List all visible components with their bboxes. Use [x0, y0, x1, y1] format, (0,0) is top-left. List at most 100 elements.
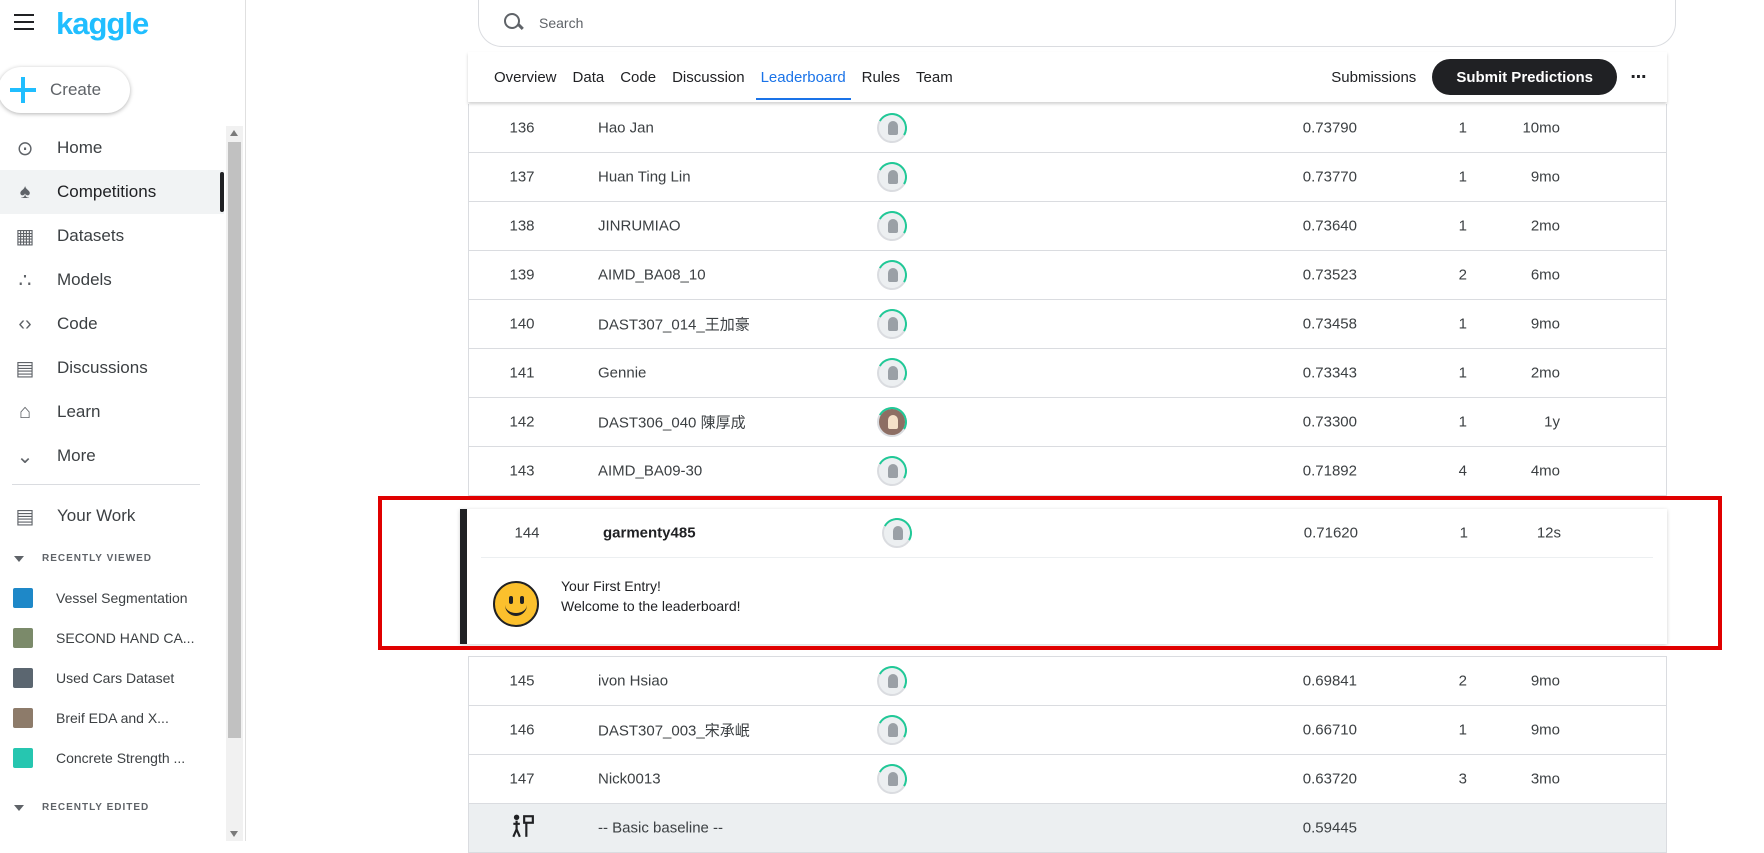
last-submission: 4mo — [1530, 462, 1560, 480]
table-row[interactable]: 138 JINRUMIAO 0.73640 1 2mo — [468, 202, 1667, 251]
sidebar-item-code[interactable]: ‹› Code — [0, 302, 224, 346]
avatar[interactable] — [877, 113, 907, 143]
rank: 137 — [509, 168, 535, 186]
table-row[interactable]: 141 Gennie 0.73343 1 2mo — [468, 349, 1667, 398]
caret-down-icon — [14, 555, 24, 562]
table-row[interactable]: 143 AIMD_BA09-30 0.71892 4 4mo — [468, 447, 1667, 496]
recently-viewed-label: RECENTLY VIEWED — [42, 553, 153, 564]
avatar[interactable] — [877, 211, 907, 241]
tab-leaderboard[interactable]: Leaderboard — [753, 52, 854, 102]
search-bar[interactable] — [478, 0, 1676, 47]
sidebar-scrollbar[interactable] — [226, 126, 243, 841]
sidebar-item-label: Competitions — [57, 182, 157, 201]
team-name[interactable]: garmenty485 — [603, 525, 696, 542]
avatar[interactable] — [877, 666, 907, 696]
sidebar-item-label: Home — [57, 138, 103, 157]
tab-data[interactable]: Data — [565, 52, 613, 102]
entries: 1 — [1458, 721, 1467, 739]
recent-item-label: Used Cars Dataset — [56, 670, 175, 686]
kaggle-logo[interactable]: kaggle — [56, 6, 149, 42]
sidebar: kaggle Create ⊙ Home ♠ Competitions ▦ Dataset… — [0, 0, 246, 841]
score: 0.66710 — [1302, 721, 1357, 739]
clipboard-icon: ▤ — [15, 505, 35, 528]
scroll-thumb[interactable] — [228, 142, 241, 738]
table-row[interactable]: 147 Nick0013 0.63720 3 3mo — [468, 755, 1667, 804]
score: 0.73770 — [1302, 168, 1357, 186]
baseline-name: -- Basic baseline -- — [598, 819, 724, 837]
tab-rules[interactable]: Rules — [854, 52, 908, 102]
recent-item[interactable]: Vessel Segmentation — [0, 578, 224, 618]
table-row[interactable]: 146 DAST307_003_宋承岷 0.66710 1 9mo — [468, 706, 1667, 755]
table-row[interactable]: 145 ivon Hsiao 0.69841 2 9mo — [468, 657, 1667, 706]
sidebar-item-discussions[interactable]: ▤ Discussions — [0, 346, 224, 390]
recent-item[interactable]: Used Cars Dataset — [0, 658, 224, 698]
table-row[interactable]: 137 Huan Ting Lin 0.73770 1 9mo — [468, 153, 1667, 202]
team-name[interactable]: Huan Ting Lin — [598, 169, 691, 186]
team-name[interactable]: DAST306_040 陳厚成 — [598, 412, 746, 433]
last-submission: 9mo — [1530, 315, 1560, 333]
recent-item-label: Concrete Strength ... — [56, 750, 186, 766]
team-name[interactable]: DAST307_003_宋承岷 — [598, 720, 750, 741]
submit-predictions-button[interactable]: Submit Predictions — [1432, 59, 1617, 95]
avatar[interactable] — [877, 407, 907, 437]
table-row[interactable]: 139 AIMD_BA08_10 0.73523 2 6mo — [468, 251, 1667, 300]
recent-item[interactable]: Breif EDA and X... — [0, 698, 224, 738]
table-row[interactable]: 140 DAST307_014_王加豪 0.73458 1 9mo — [468, 300, 1667, 349]
sidebar-item-home[interactable]: ⊙ Home — [0, 126, 224, 170]
team-name[interactable]: Gennie — [598, 365, 646, 382]
score: 0.73523 — [1302, 266, 1357, 284]
avatar[interactable] — [877, 260, 907, 290]
more-options-icon[interactable]: ⋯ — [1623, 61, 1655, 93]
avatar[interactable] — [877, 309, 907, 339]
search-input[interactable] — [539, 15, 1439, 31]
scroll-down-arrow-icon[interactable] — [230, 831, 238, 837]
recently-edited-toggle[interactable]: RECENTLY EDITED — [14, 802, 149, 813]
team-name[interactable]: Nick0013 — [598, 771, 661, 788]
rank: 138 — [509, 217, 535, 235]
sidebar-item-label: Discussions — [57, 358, 148, 377]
avatar[interactable] — [877, 764, 907, 794]
scroll-up-arrow-icon[interactable] — [230, 130, 238, 136]
your-work-link[interactable]: ▤ Your Work — [0, 494, 224, 538]
tab-discussion[interactable]: Discussion — [664, 52, 753, 102]
caret-down-icon — [14, 804, 24, 811]
sidebar-item-datasets[interactable]: ▦ Datasets — [0, 214, 224, 258]
team-name[interactable]: Hao Jan — [598, 120, 654, 137]
tab-team[interactable]: Team — [908, 52, 961, 102]
team-name[interactable]: JINRUMIAO — [598, 218, 681, 235]
avatar[interactable] — [877, 715, 907, 745]
sidebar-item-learn[interactable]: ⌂ Learn — [0, 390, 224, 434]
recent-item[interactable]: SECOND HAND CA... — [0, 618, 224, 658]
sidebar-item-competitions[interactable]: ♠ Competitions — [0, 170, 224, 214]
last-submission: 3mo — [1530, 770, 1560, 788]
avatar[interactable] — [882, 518, 912, 548]
recently-viewed-toggle[interactable]: RECENTLY VIEWED — [14, 553, 152, 564]
tab-code[interactable]: Code — [612, 52, 664, 102]
table-row[interactable]: 144 garmenty485 0.71620 1 12s — [481, 509, 1653, 558]
last-submission: 9mo — [1530, 672, 1560, 690]
sidebar-item-models[interactable]: ∴ Models — [0, 258, 224, 302]
create-button[interactable]: Create — [0, 67, 130, 113]
team-name[interactable]: AIMD_BA08_10 — [598, 267, 706, 284]
team-name[interactable]: ivon Hsiao — [598, 673, 668, 690]
score: 0.71620 — [1303, 524, 1358, 542]
avatar[interactable] — [877, 358, 907, 388]
table-row[interactable]: 136 Hao Jan 0.73790 1 10mo — [468, 104, 1667, 153]
leaderboard-table-continued: 145 ivon Hsiao 0.69841 2 9mo 146 DAST307_003_宋… — [468, 656, 1667, 853]
team-name[interactable]: DAST307_014_王加豪 — [598, 314, 750, 335]
entries: 1 — [1459, 524, 1468, 542]
score: 0.73458 — [1302, 315, 1357, 333]
recent-item[interactable]: Concrete Strength ... — [0, 738, 224, 778]
score: 0.73343 — [1302, 364, 1357, 382]
sidebar-item-more[interactable]: ⌄ More — [0, 434, 224, 478]
score: 0.63720 — [1302, 770, 1357, 788]
submissions-link[interactable]: Submissions — [1331, 69, 1416, 86]
team-name[interactable]: AIMD_BA09-30 — [598, 463, 702, 480]
avatar[interactable] — [877, 456, 907, 486]
tab-overview[interactable]: Overview — [486, 52, 565, 102]
avatar[interactable] — [877, 162, 907, 192]
menu-icon[interactable] — [14, 14, 34, 30]
baseline-icon — [469, 813, 575, 843]
table-row[interactable]: 142 DAST306_040 陳厚成 0.73300 1 1y — [468, 398, 1667, 447]
comments-icon: ▤ — [15, 357, 35, 380]
